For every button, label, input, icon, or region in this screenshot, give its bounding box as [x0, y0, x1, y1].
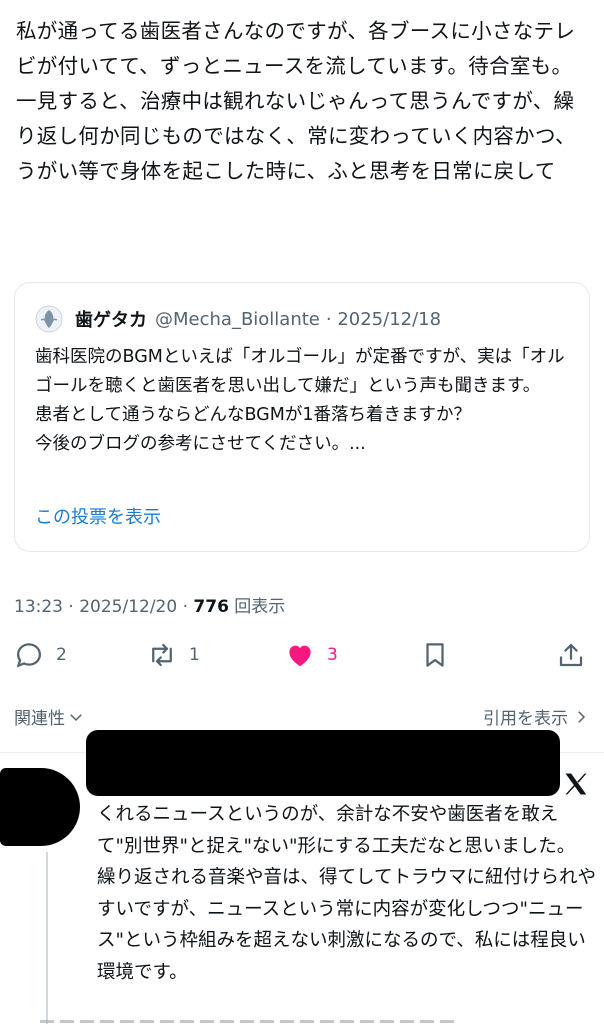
- quoted-post-text: 歯科医院のBGMといえば「オルゴール」が定番ですが、実は「オルゴールを聴くと歯医…: [35, 347, 565, 454]
- action-bar: 2 1 3: [0, 636, 604, 676]
- thread-line: [46, 852, 48, 1024]
- bookmark-button[interactable]: [420, 640, 450, 670]
- quoted-avatar-icon[interactable]: [35, 305, 63, 333]
- reply-count: 2: [56, 645, 67, 665]
- post-meta: 13:23 · 2025/12/20 · 776 回表示: [14, 592, 285, 617]
- view-count-label: 回表示: [228, 597, 286, 617]
- view-poll-link[interactable]: この投票を表示: [35, 503, 161, 529]
- sort-label: 関連性: [14, 709, 65, 729]
- post-timestamp[interactable]: 13:23 · 2025/12/20 ·: [14, 597, 193, 617]
- view-quotes-link[interactable]: 引用を表示: [483, 704, 590, 729]
- like-icon: [289, 645, 311, 667]
- chevron-down-icon: [70, 713, 82, 721]
- redacted-avatar: [0, 768, 80, 846]
- x-logo-icon[interactable]: [562, 770, 590, 798]
- bookmark-icon: [426, 643, 444, 667]
- like-button[interactable]: 3: [285, 640, 338, 670]
- repost-button[interactable]: 1: [147, 640, 200, 670]
- post-text: 私が通ってる歯医者さんなのですが、各ブースに小さなテレビが付いてて、ずっとニュー…: [16, 19, 576, 183]
- chevron-right-icon: [578, 710, 586, 723]
- share-icon: [559, 643, 583, 667]
- view-count: 776: [193, 597, 229, 617]
- quoted-post[interactable]: 歯ゲタカ @Mecha_Biollante · 2025/12/18 歯科医院の…: [14, 282, 590, 552]
- quoted-post-header: 歯ゲタカ @Mecha_Biollante · 2025/12/18: [35, 303, 441, 335]
- share-button[interactable]: [556, 640, 586, 670]
- quoted-author-handle[interactable]: @Mecha_Biollante: [155, 309, 320, 330]
- view-quotes-label: 引用を表示: [483, 709, 568, 729]
- quoted-post-date: · 2025/12/18: [325, 308, 442, 330]
- reply-button[interactable]: 2: [14, 640, 67, 670]
- reply-icon: [16, 643, 42, 668]
- like-count: 3: [327, 645, 338, 665]
- next-reply-cutoff: [40, 1014, 460, 1026]
- quoted-author-name[interactable]: 歯ゲタカ: [75, 306, 147, 332]
- repost-count: 1: [189, 645, 200, 665]
- sort-dropdown[interactable]: 関連性: [14, 704, 85, 729]
- redacted-username: [86, 730, 560, 796]
- reply-text: くれるニュースというのが、余計な不安や歯医者を敢えて"別世界"と捉え"ない"形に…: [97, 804, 596, 983]
- reply-filter-row: 関連性 引用を表示: [14, 704, 590, 732]
- repost-icon: [152, 643, 172, 667]
